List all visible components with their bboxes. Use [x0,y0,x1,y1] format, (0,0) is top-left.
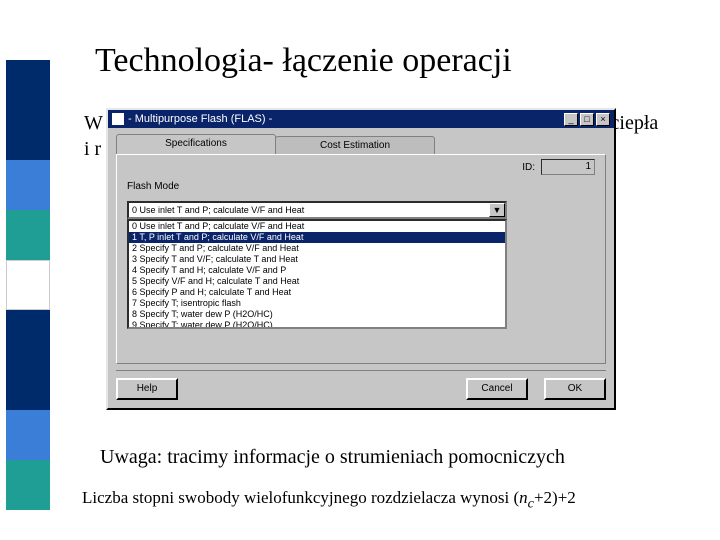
footnote-2: Liczba stopni swobody wielofunkcyjnego r… [82,488,576,512]
sidebar-block [6,310,50,360]
slide-title: Technologia- łączenie operacji [95,42,512,80]
list-item[interactable]: 8 Specify T; water dew P (H2O/HC) [129,309,505,320]
flash-mode-label: Flash Mode [127,181,179,192]
body-text-fragment: W [84,112,103,134]
sidebar-block [6,460,50,510]
sidebar-block [6,110,50,160]
flash-dialog: - Multipurpose Flash (FLAS) - _ □ × Spec… [106,108,616,410]
sidebar-block [6,410,50,460]
footnote-2-text: Liczba stopni swobody wielofunkcyjnego r… [82,488,519,507]
help-button[interactable]: Help [116,378,178,400]
body-text-line: i r [84,138,101,161]
tab-pane: ID: 1 Flash Mode 0 Use inlet T and P; ca… [116,154,606,364]
list-item[interactable]: 9 Specify T; water dew P (H2O/HC) [129,320,505,329]
sidebar-block [6,210,50,260]
sidebar-block [6,360,50,410]
flash-mode-combo[interactable]: 0 Use inlet T and P; calculate V/F and H… [127,201,507,219]
close-button[interactable]: × [596,113,610,126]
list-item[interactable]: 6 Specify P and H; calculate T and Heat [129,287,505,298]
app-icon [112,113,124,125]
flash-mode-listbox[interactable]: 0 Use inlet T and P; calculate V/F and H… [127,219,507,329]
list-item[interactable]: 0 Use inlet T and P; calculate V/F and H… [129,221,505,232]
list-item[interactable]: 7 Specify T; isentropic flash [129,298,505,309]
sidebar-block [6,160,50,210]
footnote-1: Uwaga: tracimy informacje o strumieniach… [100,446,565,469]
tab-strip: Specifications Cost Estimation [116,134,606,154]
decorative-sidebar [0,0,56,540]
dialog-button-row: Help Cancel OK [116,370,606,400]
tab-cost-estimation[interactable]: Cost Estimation [275,136,435,154]
sidebar-block [6,260,50,310]
maximize-button[interactable]: □ [580,113,594,126]
body-text-fragment: ciepła [611,112,659,134]
cancel-button[interactable]: Cancel [466,378,528,400]
list-item[interactable]: 5 Specify V/F and H; calculate T and Hea… [129,276,505,287]
list-item[interactable]: 2 Specify T and P; calculate V/F and Hea… [129,243,505,254]
id-field[interactable]: 1 [541,159,595,175]
minimize-button[interactable]: _ [564,113,578,126]
footnote-2-nc: n [519,488,528,507]
footnote-2-tail: +2)+2 [534,488,576,507]
sidebar-block [6,60,50,110]
chevron-down-icon[interactable]: ▼ [489,203,505,217]
id-label: ID: [522,162,535,173]
tab-specifications[interactable]: Specifications [116,134,276,154]
list-item[interactable]: 3 Specify T and V/F; calculate T and Hea… [129,254,505,265]
list-item[interactable]: 4 Specify T and H; calculate V/F and P [129,265,505,276]
list-item[interactable]: 1 T, P inlet T and P; calculate V/F and … [129,232,505,243]
dialog-title: - Multipurpose Flash (FLAS) - [128,113,272,125]
dialog-titlebar[interactable]: - Multipurpose Flash (FLAS) - _ □ × [108,110,614,128]
combo-selected-text: 0 Use inlet T and P; calculate V/F and H… [132,205,304,215]
ok-button[interactable]: OK [544,378,606,400]
